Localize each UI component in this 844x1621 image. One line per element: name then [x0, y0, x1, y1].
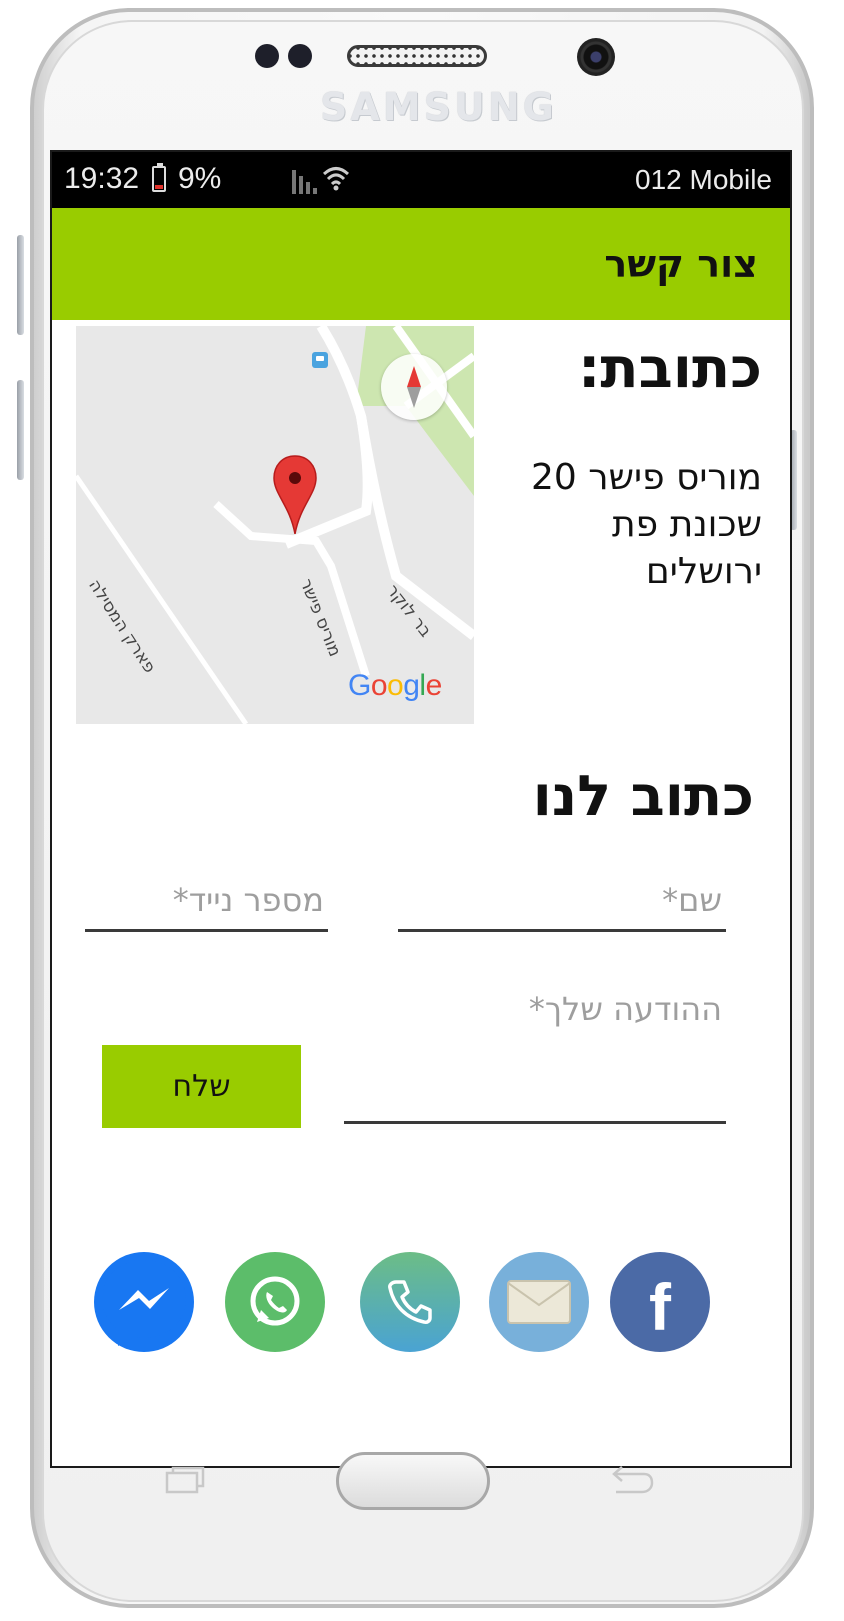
volume-up-button — [17, 235, 24, 335]
recents-icon[interactable] — [165, 1466, 205, 1494]
compass-icon[interactable] — [381, 354, 447, 420]
sensor-dot — [288, 44, 312, 68]
email-button[interactable] — [489, 1252, 589, 1352]
sensor-dot — [255, 44, 279, 68]
send-button[interactable]: שלח — [102, 1045, 301, 1128]
app-bar: צור קשר — [52, 208, 790, 320]
page-title: צור קשר — [604, 242, 758, 286]
signal-icon — [292, 170, 317, 194]
phone-icon — [388, 1280, 432, 1324]
status-time: 19:32 — [64, 162, 140, 195]
front-camera — [577, 38, 615, 76]
whatsapp-icon — [250, 1276, 300, 1326]
address-street: מוריס פישר 20 — [530, 457, 762, 498]
carrier-name: 012 Mobile — [635, 164, 772, 195]
screen: 19:32 9% 012 Mobile צור קשר פארק המסילה … — [50, 150, 792, 1468]
name-field[interactable] — [398, 870, 726, 932]
facebook-icon: f — [649, 1270, 671, 1344]
envelope-icon — [507, 1280, 571, 1324]
messenger-button[interactable] — [94, 1252, 194, 1352]
bus-stop-icon[interactable] — [312, 352, 328, 368]
messenger-icon — [102, 1260, 186, 1346]
volume-down-button — [17, 380, 24, 480]
battery-icon — [152, 163, 166, 192]
wifi-icon — [322, 167, 350, 191]
battery-level: 9% — [178, 162, 222, 195]
message-input[interactable] — [344, 978, 726, 1040]
address-heading: כתובת: — [578, 336, 762, 401]
earpiece-speaker — [347, 45, 487, 67]
back-icon[interactable] — [606, 1464, 656, 1496]
facebook-button[interactable]: f — [610, 1252, 710, 1352]
map-pin-icon[interactable] — [272, 454, 318, 534]
brand-logo: SAMSUNG — [320, 85, 557, 129]
google-logo: Google — [348, 669, 442, 702]
phone-field[interactable] — [85, 870, 328, 932]
contact-form-heading: כתוב לנו — [532, 764, 754, 829]
name-input[interactable] — [398, 870, 726, 929]
address-city: ירושלים — [645, 551, 762, 592]
address-neighborhood: שכונת פת — [611, 504, 762, 545]
address-block: מוריס פישר 20 שכונת פת ירושלים — [482, 454, 762, 595]
status-bar: 19:32 9% 012 Mobile — [52, 152, 790, 208]
message-field[interactable] — [344, 978, 726, 1124]
phone-input[interactable] — [85, 870, 328, 929]
map[interactable]: פארק המסילה מוריס פישר בר לוקר Google — [76, 326, 474, 724]
call-button[interactable] — [360, 1252, 460, 1352]
whatsapp-button[interactable] — [225, 1252, 325, 1352]
home-button[interactable] — [336, 1452, 490, 1510]
